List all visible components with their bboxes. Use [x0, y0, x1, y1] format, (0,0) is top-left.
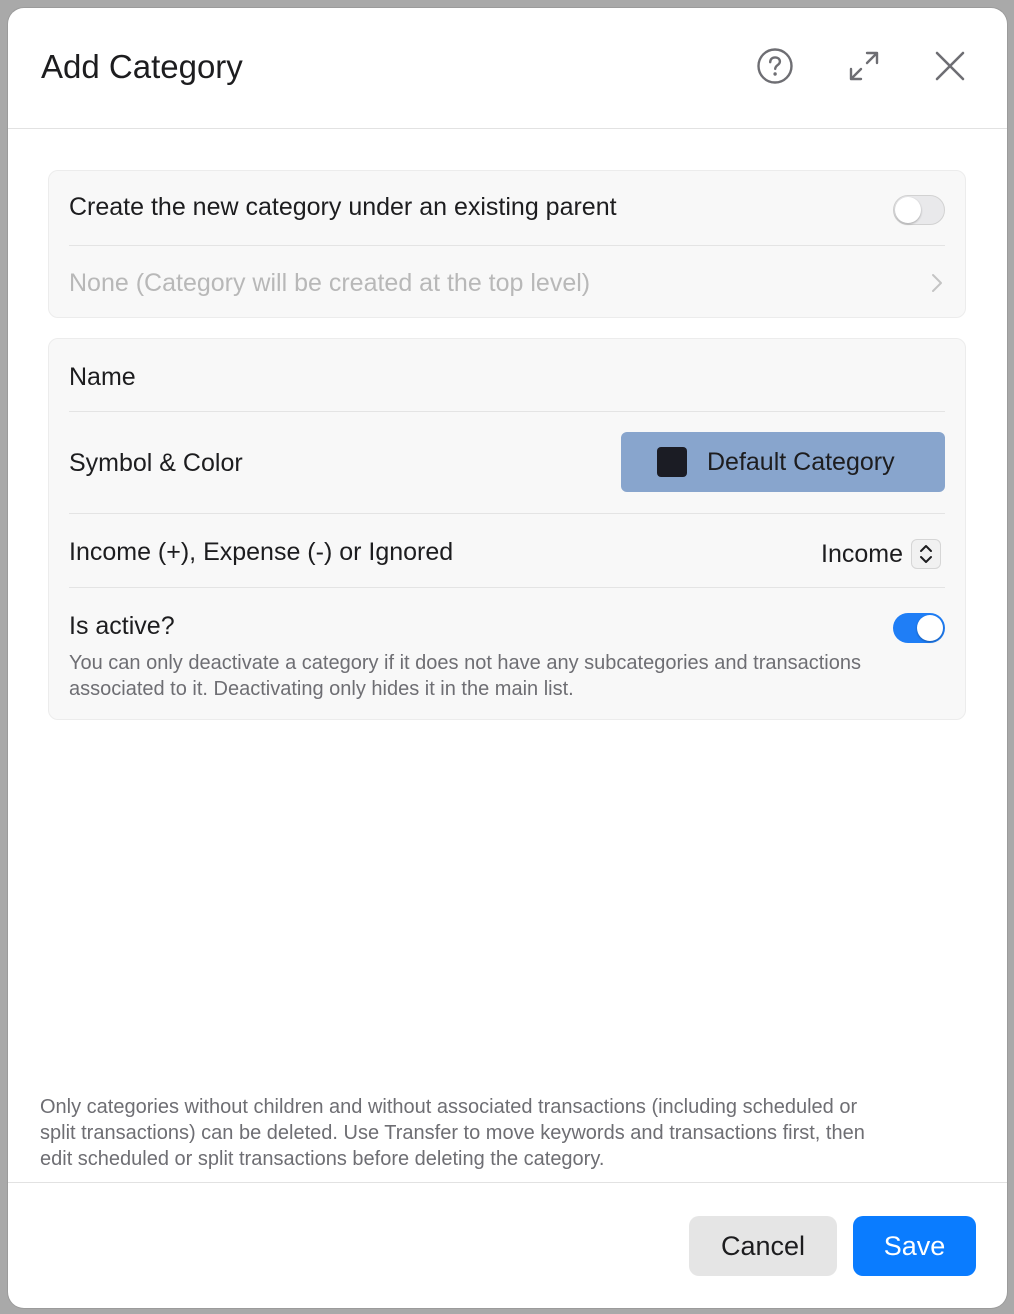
- parent-toggle[interactable]: [893, 195, 945, 225]
- expand-button[interactable]: [844, 48, 884, 88]
- parent-toggle-label: Create the new category under an existin…: [69, 193, 617, 221]
- parent-category-card: Create the new category under an existin…: [48, 170, 966, 318]
- help-button[interactable]: [755, 47, 795, 90]
- dialog-title: Add Category: [41, 48, 243, 85]
- cancel-button[interactable]: Cancel: [689, 1216, 837, 1276]
- divider: [69, 411, 945, 412]
- delete-note-line: Only categories without children and wit…: [40, 1096, 858, 1118]
- delete-note-line: edit scheduled or split transactions bef…: [40, 1148, 605, 1170]
- dialog-header: Add Category: [8, 8, 1007, 129]
- symbol-color-button[interactable]: Default Category: [621, 432, 945, 492]
- divider: [69, 587, 945, 588]
- active-help-text: You can only deactivate a category if it…: [69, 650, 861, 702]
- expand-icon: [847, 49, 881, 88]
- category-details-card: Name Symbol & Color Default Category Inc…: [48, 338, 966, 720]
- active-note-line: You can only deactivate a category if it…: [69, 652, 861, 674]
- divider: [69, 245, 945, 246]
- active-label: Is active?: [69, 612, 175, 640]
- active-toggle[interactable]: [893, 613, 945, 643]
- divider: [69, 513, 945, 514]
- toggle-knob: [895, 197, 921, 223]
- chevron-right-icon: [931, 273, 943, 298]
- type-label: Income (+), Expense (-) or Ignored: [69, 538, 454, 566]
- delete-info-text: Only categories without children and wit…: [40, 1094, 865, 1172]
- color-swatch: [657, 447, 687, 477]
- help-icon: [756, 47, 794, 90]
- type-value: Income: [821, 539, 903, 568]
- name-label: Name: [69, 363, 136, 391]
- save-button[interactable]: Save: [853, 1216, 976, 1276]
- toggle-knob: [917, 615, 943, 641]
- close-icon: [934, 50, 966, 87]
- type-select[interactable]: Income: [821, 537, 941, 571]
- add-category-dialog: Add Category Create the new category und…: [8, 8, 1007, 1308]
- up-down-chevron-icon: [911, 539, 941, 569]
- symbol-button-label: Default Category: [707, 447, 895, 476]
- close-button[interactable]: [930, 48, 970, 88]
- delete-note-line: split transactions) can be deleted. Use …: [40, 1122, 865, 1144]
- parent-selector[interactable]: None (Category will be created at the to…: [69, 269, 945, 298]
- footer-divider: [8, 1182, 1007, 1183]
- active-note-line: associated to it. Deactivating only hide…: [69, 678, 574, 700]
- name-field[interactable]: Name: [69, 363, 945, 392]
